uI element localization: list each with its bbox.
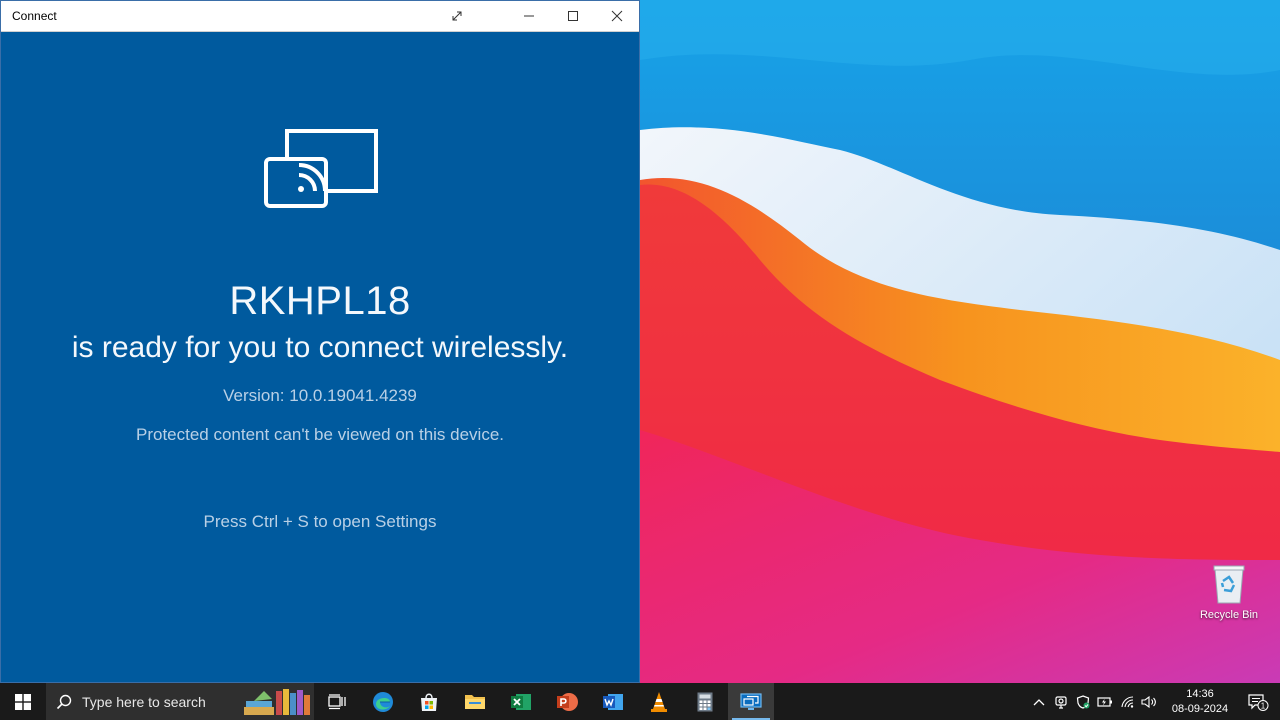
network-button[interactable] [1116,683,1138,720]
connect-window[interactable]: Connect RKHPL18 is ready for you to conn… [0,0,640,683]
clock-time: 14:36 [1186,687,1214,700]
search-placeholder: Type here to search [82,693,206,710]
expand-icon [452,11,462,21]
minimize-button[interactable] [507,1,551,32]
calculator-button[interactable] [682,683,728,720]
connect-taskbar-button[interactable] [728,683,774,720]
folder-icon [465,694,485,709]
wireless-display-icon [740,692,762,710]
device-name: RKHPL18 [229,279,411,323]
protected-content-notice: Protected content can't be viewed on thi… [135,425,505,444]
show-hidden-icons-button[interactable] [1028,683,1050,720]
wifi-icon [1121,695,1134,708]
battery-button[interactable] [1094,683,1116,720]
start-button[interactable] [0,683,46,720]
maximize-button[interactable] [551,1,595,32]
vlc-button[interactable] [636,683,682,720]
search-box[interactable]: Type here to search [46,683,314,720]
system-tray: 14:36 08-09-2024 1 [1028,683,1280,720]
ready-message: is ready for you to connect wirelessly. [71,331,569,364]
notification-icon: 1 [1248,693,1269,711]
connect-content: RKHPL18 is ready for you to connect wire… [1,32,639,683]
store-button[interactable] [406,683,452,720]
speaker-icon [1141,695,1156,708]
windows-logo-icon [15,693,31,710]
volume-button[interactable] [1138,683,1160,720]
excel-button[interactable] [498,683,544,720]
books-highlight-icon [244,689,310,715]
notification-count: 1 [1261,701,1266,710]
calculator-icon [697,692,713,711]
wireless-display-icon [264,129,378,208]
close-button[interactable] [595,1,639,32]
battery-charging-icon [1097,696,1112,707]
search-icon [56,694,72,709]
edge-icon [373,691,393,712]
chevron-up-icon [1033,698,1045,705]
excel-icon [511,693,531,710]
file-explorer-button[interactable] [452,683,498,720]
recycle-bin-label: Recycle Bin [1199,609,1259,621]
word-icon [603,693,623,710]
taskbar: Type here to search 14:36 08-09-2024 1 [0,683,1280,720]
vlc-cone-icon [651,691,667,712]
task-view-icon [328,693,346,709]
recycle-bin-icon [1213,565,1245,604]
security-button[interactable] [1072,683,1094,720]
action-center-button[interactable]: 1 [1236,683,1280,720]
settings-hint: Press Ctrl + S to open Settings [203,512,437,531]
task-view-button[interactable] [314,683,360,720]
maximize-icon [568,11,578,21]
title-bar[interactable]: Connect [1,1,639,32]
expand-button[interactable] [437,1,477,32]
close-icon [611,10,623,22]
camera-icon [1055,695,1067,709]
edge-button[interactable] [360,683,406,720]
meet-now-button[interactable] [1050,683,1072,720]
shield-icon [1076,694,1090,709]
clock-date: 08-09-2024 [1171,702,1229,715]
window-title: Connect [12,9,57,23]
powerpoint-icon [557,692,578,711]
store-icon [421,693,437,711]
desktop-wallpaper [640,0,1280,683]
word-button[interactable] [590,683,636,720]
clock[interactable]: 14:36 08-09-2024 [1164,687,1236,717]
minimize-icon [524,15,534,17]
version-text: Version: 10.0.19041.4239 [223,386,417,405]
powerpoint-button[interactable] [544,683,590,720]
recycle-bin-shortcut[interactable]: Recycle Bin [1196,563,1262,621]
